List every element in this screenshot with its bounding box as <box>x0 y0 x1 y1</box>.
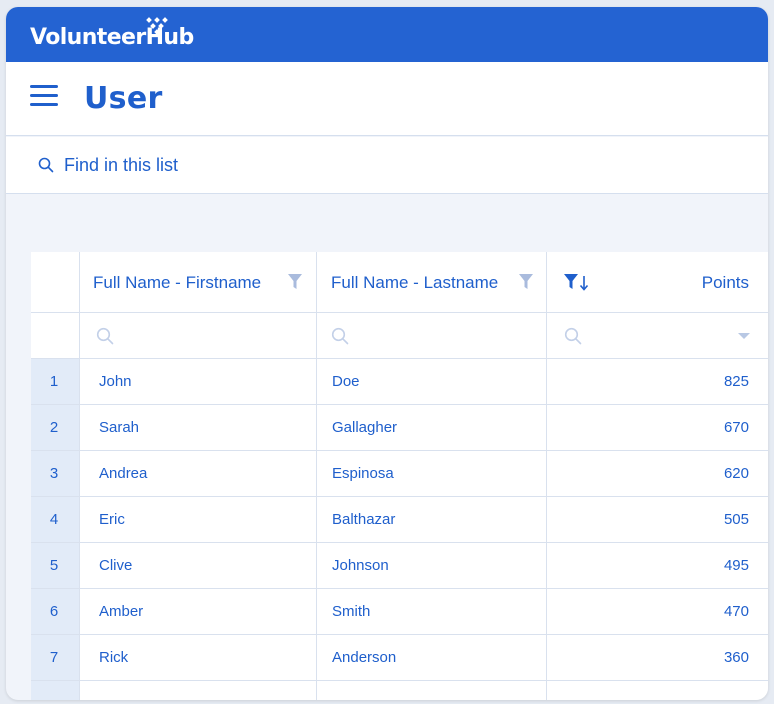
page-title: User <box>84 81 163 116</box>
column-header-lastname[interactable]: Full Name - Lastname <box>317 252 547 313</box>
table-row[interactable]: 5 Clive Johnson 495 <box>31 543 768 589</box>
points-filter-input[interactable] <box>547 313 768 359</box>
points-cell: 470 <box>723 603 749 620</box>
column-header-label: Full Name - Firstname <box>93 273 262 292</box>
lastname-filter-input[interactable] <box>317 313 547 359</box>
search-icon <box>564 327 582 345</box>
lastname-cell: Gallagher <box>332 419 398 436</box>
app-window: VolunteerHub User Full Name - Firstname <box>6 7 768 700</box>
data-table: Full Name - Firstname Full Name - Lastna… <box>31 252 768 700</box>
chevron-down-icon[interactable] <box>738 333 750 339</box>
row-number: 6 <box>49 603 59 620</box>
row-number: 7 <box>49 649 59 666</box>
table-header-row: Full Name - Firstname Full Name - Lastna… <box>31 252 768 313</box>
points-cell: 505 <box>723 511 749 528</box>
hamburger-menu-icon[interactable] <box>30 83 58 109</box>
row-number: 5 <box>49 557 59 574</box>
page-header: User <box>6 62 768 136</box>
search-bar <box>6 137 768 194</box>
row-number: 4 <box>49 511 59 528</box>
brand-bar: VolunteerHub <box>6 7 768 62</box>
table-row[interactable]: 6 Amber Smith 470 <box>31 589 768 635</box>
table-filter-row <box>31 313 768 359</box>
row-number: 3 <box>49 465 59 482</box>
points-cell: 495 <box>723 557 749 574</box>
points-cell: 670 <box>723 419 749 436</box>
search-icon <box>96 327 114 345</box>
firstname-cell: Amber <box>99 603 144 620</box>
lastname-cell: Anderson <box>332 649 397 666</box>
firstname-cell: John <box>99 373 132 390</box>
column-header-points[interactable]: Points <box>547 252 768 313</box>
firstname-cell: Clive <box>99 557 133 574</box>
table-row-partial[interactable] <box>31 681 768 700</box>
filter-icon[interactable] <box>288 274 302 290</box>
points-cell: 620 <box>723 465 749 482</box>
lastname-cell: Espinosa <box>332 465 394 482</box>
firstname-cell: Sarah <box>99 419 140 436</box>
table-row[interactable]: 4 Eric Balthazar 505 <box>31 497 768 543</box>
firstname-filter-input[interactable] <box>80 313 317 359</box>
column-header-label: Points <box>701 273 749 292</box>
filter-sort-descending-icon[interactable] <box>564 274 590 292</box>
firstname-cell: Andrea <box>99 465 148 482</box>
lastname-cell: Doe <box>332 373 360 390</box>
firstname-cell: Rick <box>99 649 129 666</box>
points-cell: 825 <box>723 373 749 390</box>
search-icon <box>38 157 54 173</box>
points-cell: 360 <box>723 649 749 666</box>
row-number-header <box>31 252 80 313</box>
table-row[interactable]: 2 Sarah Gallagher 670 <box>31 405 768 451</box>
table-row[interactable]: 3 Andrea Espinosa 620 <box>31 451 768 497</box>
row-number: 2 <box>49 419 59 436</box>
logo-dots-icon <box>146 17 168 35</box>
search-icon <box>331 327 349 345</box>
filter-icon[interactable] <box>519 274 533 290</box>
lastname-cell: Smith <box>332 603 371 620</box>
lastname-cell: Balthazar <box>332 511 396 528</box>
firstname-cell: Eric <box>99 511 125 528</box>
row-number: 1 <box>49 373 59 390</box>
row-number-filter-cell <box>31 313 80 359</box>
column-header-label: Full Name - Lastname <box>331 273 499 292</box>
column-header-firstname[interactable]: Full Name - Firstname <box>80 252 317 313</box>
search-input[interactable] <box>64 151 744 179</box>
table-row[interactable]: 1 John Doe 825 <box>31 359 768 405</box>
lastname-cell: Johnson <box>332 557 389 574</box>
table-row[interactable]: 7 Rick Anderson 360 <box>31 635 768 681</box>
